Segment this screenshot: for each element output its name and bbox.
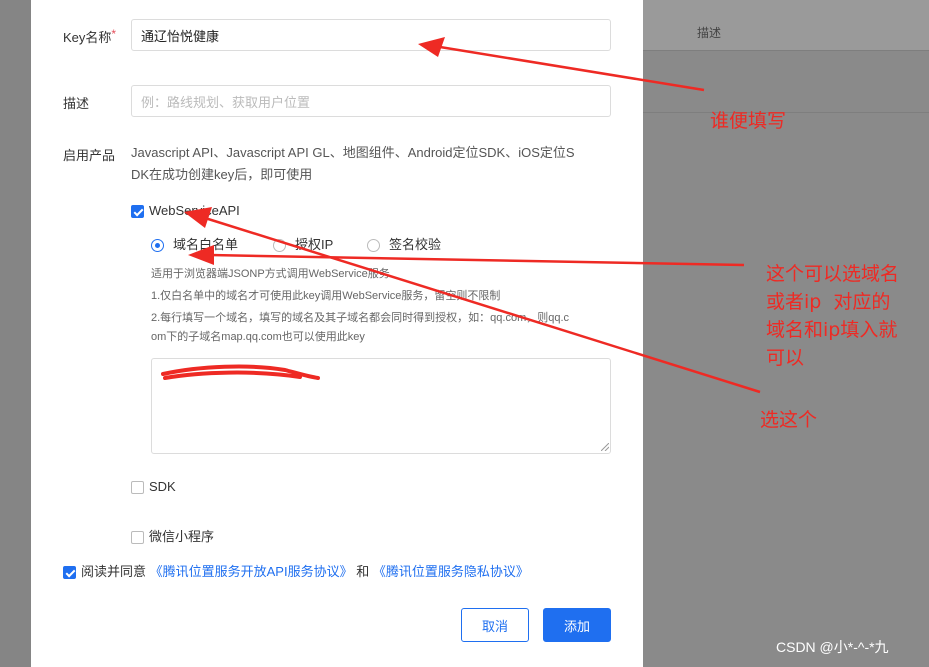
- agree-prefix: 阅读并同意: [81, 564, 147, 579]
- webservice-label: WebServiceAPI: [149, 203, 240, 218]
- agreement-text: 阅读并同意 《腾讯位置服务开放API服务协议》 和 《腾讯位置服务隐私协议》: [81, 561, 529, 583]
- privacy-agreement-link[interactable]: 《腾讯位置服务隐私协议》: [373, 564, 529, 579]
- table-row-backdrop: [643, 50, 929, 113]
- agree-checkbox[interactable]: [63, 566, 76, 579]
- api-agreement-link[interactable]: 《腾讯位置服务开放API服务协议》: [150, 564, 353, 579]
- column-header-description: 描述: [697, 26, 722, 40]
- required-asterisk: *: [111, 27, 117, 41]
- annotation-note3: 选这个: [760, 409, 818, 431]
- radio-signature[interactable]: [367, 239, 380, 252]
- watermark: CSDN @小*-^-*九: [776, 639, 889, 655]
- radio-domain-whitelist[interactable]: [151, 239, 164, 252]
- radio-authorized-ip-label: 授权IP: [295, 237, 334, 252]
- miniprogram-checkbox[interactable]: [131, 531, 144, 544]
- products-label: 启用产品: [63, 148, 116, 163]
- webservice-checkbox[interactable]: [131, 205, 144, 218]
- products-description-line1: Javascript API、Javascript API GL、地图组件、An…: [131, 145, 575, 160]
- help-text-line4: om下的子域名map.qq.com也可以使用此key: [151, 331, 365, 343]
- key-name-input[interactable]: 通辽怡悦健康: [131, 19, 611, 51]
- annotation-note2-line3: 域名和ip填入就: [766, 319, 898, 341]
- annotation-note2-line4: 可以: [766, 347, 805, 369]
- backdrop-left: [0, 0, 31, 667]
- agree-and: 和: [356, 564, 370, 579]
- sdk-label: SDK: [149, 479, 176, 494]
- cancel-button[interactable]: 取消: [461, 608, 529, 642]
- table-header-backdrop: [643, 0, 929, 51]
- add-button[interactable]: 添加: [543, 608, 611, 642]
- domain-whitelist-textarea[interactable]: [151, 358, 611, 454]
- radio-signature-label: 签名校验: [389, 237, 442, 252]
- help-text-line2: 1.仅白名单中的域名才可使用此key调用WebService服务，留空则不限制: [151, 290, 501, 302]
- radio-authorized-ip[interactable]: [273, 239, 286, 252]
- annotation-note2-line1: 这个可以选域名: [766, 263, 900, 285]
- products-description-line2: DK在成功创建key后，即可使用: [131, 167, 313, 182]
- description-label: 描述: [63, 96, 90, 111]
- help-text-line1: 适用于浏览器端JSONP方式调用WebService服务: [151, 268, 390, 280]
- key-name-label: Key名称*: [63, 27, 117, 45]
- description-input[interactable]: 例：路线规划、获取用户位置: [131, 85, 611, 117]
- annotation-note1: 谁便填写: [710, 110, 787, 132]
- miniprogram-label: 微信小程序: [149, 529, 215, 544]
- radio-domain-whitelist-label: 域名白名单: [173, 237, 239, 252]
- sdk-checkbox[interactable]: [131, 481, 144, 494]
- annotation-note2-line2: 或者ip 对应的: [766, 291, 891, 313]
- resize-grip-icon[interactable]: [601, 443, 609, 451]
- create-key-dialog: Key名称* 通辽怡悦健康 描述 例：路线规划、获取用户位置 启用产品 Java…: [31, 0, 643, 667]
